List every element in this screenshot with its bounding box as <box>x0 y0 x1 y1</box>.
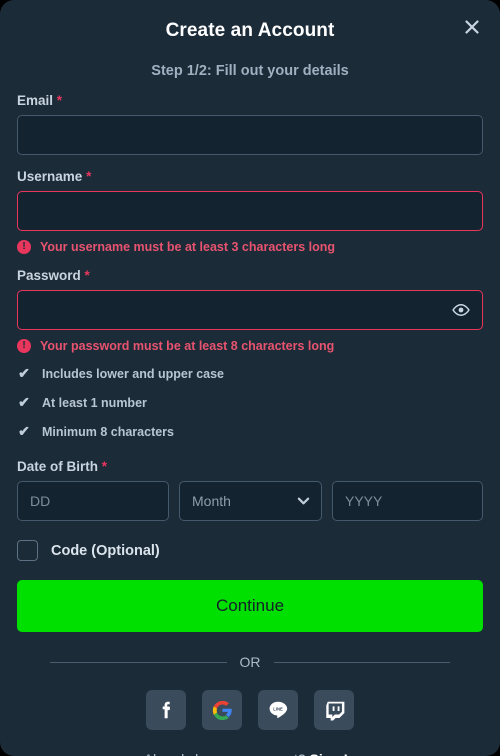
password-requirement-text: Minimum 8 characters <box>42 424 174 439</box>
password-requirement: ✔ Includes lower and upper case <box>17 365 483 382</box>
check-icon: ✔ <box>18 394 30 410</box>
username-required-mark: * <box>86 169 92 184</box>
username-error: ! Your username must be at least 3 chara… <box>17 240 483 254</box>
password-requirement: ✔ Minimum 8 characters <box>17 423 483 440</box>
line-icon: LINE <box>269 701 288 719</box>
username-error-text: Your username must be at least 3 charact… <box>40 240 336 254</box>
password-required-mark: * <box>84 268 90 283</box>
social-login-row: LINE <box>17 690 483 730</box>
dob-day-wrapper <box>17 481 169 521</box>
dob-field-group: Date of Birth * Month <box>17 459 483 521</box>
username-field-group: Username * ! Your username must be at le… <box>17 169 483 254</box>
step-subtitle: Step 1/2: Fill out your details <box>151 63 349 79</box>
password-label-text: Password <box>17 268 81 283</box>
dob-year-input[interactable] <box>332 481 483 521</box>
dob-day-input[interactable] <box>17 481 169 521</box>
code-checkbox-label: Code (Optional) <box>51 542 160 559</box>
dob-month-select[interactable]: Month <box>179 481 322 521</box>
password-error-text: Your password must be at least 8 charact… <box>40 339 335 353</box>
password-input[interactable] <box>17 290 483 330</box>
password-requirement: ✔ At least 1 number <box>17 394 483 411</box>
continue-button[interactable]: Continue <box>17 580 483 632</box>
email-required-mark: * <box>56 93 63 108</box>
code-checkbox[interactable] <box>17 540 38 561</box>
google-login-button[interactable] <box>202 690 242 730</box>
check-icon: ✔ <box>18 365 30 381</box>
dob-required-mark: * <box>101 459 108 474</box>
svg-text:LINE: LINE <box>273 707 283 712</box>
divider-line-left <box>50 661 227 663</box>
signup-modal: Create an Account Step 1/2: Fill out you… <box>0 0 500 756</box>
line-login-button[interactable]: LINE <box>258 690 298 730</box>
signin-prompt: Already have an account? <box>144 751 306 756</box>
password-requirement-text: At least 1 number <box>42 395 147 410</box>
alert-circle-icon: ! <box>17 240 31 254</box>
username-label-text: Username <box>17 169 83 184</box>
dob-year-wrapper <box>332 481 483 521</box>
google-icon <box>212 700 232 720</box>
password-requirement-text: Includes lower and upper case <box>42 366 225 381</box>
signin-link[interactable]: Sign In <box>310 751 357 756</box>
dob-inputs-row: Month <box>17 481 483 521</box>
eye-icon[interactable] <box>451 300 471 320</box>
password-error: ! Your password must be at least 8 chara… <box>17 339 483 353</box>
password-input-wrapper <box>17 290 483 330</box>
email-label-text: Email <box>17 93 54 108</box>
close-icon[interactable] <box>459 14 485 40</box>
facebook-icon <box>162 701 171 719</box>
dob-label: Date of Birth * <box>17 459 483 474</box>
email-label: Email * <box>17 93 483 108</box>
password-field-group: Password * ! Your password must be at le… <box>17 268 483 440</box>
dob-label-text: Date of Birth <box>17 459 98 474</box>
username-label: Username * <box>17 169 483 184</box>
facebook-login-button[interactable] <box>146 690 186 730</box>
email-input[interactable] <box>17 115 483 155</box>
email-field-group: Email * <box>17 93 483 155</box>
dob-month-value: Month <box>192 493 231 509</box>
or-divider: OR <box>17 654 483 670</box>
username-input[interactable] <box>17 191 483 231</box>
signin-footer: Already have an account? Sign In <box>17 751 483 756</box>
or-label: OR <box>239 654 261 670</box>
password-label: Password * <box>17 268 483 283</box>
divider-line-right <box>273 661 450 663</box>
twitch-login-button[interactable] <box>314 690 354 730</box>
dob-month-wrapper: Month <box>179 481 322 521</box>
check-icon: ✔ <box>18 423 30 439</box>
alert-circle-icon: ! <box>17 339 31 353</box>
code-checkbox-row[interactable]: Code (Optional) <box>17 540 483 561</box>
twitch-icon <box>325 701 344 720</box>
page-title: Create an Account <box>165 20 335 41</box>
